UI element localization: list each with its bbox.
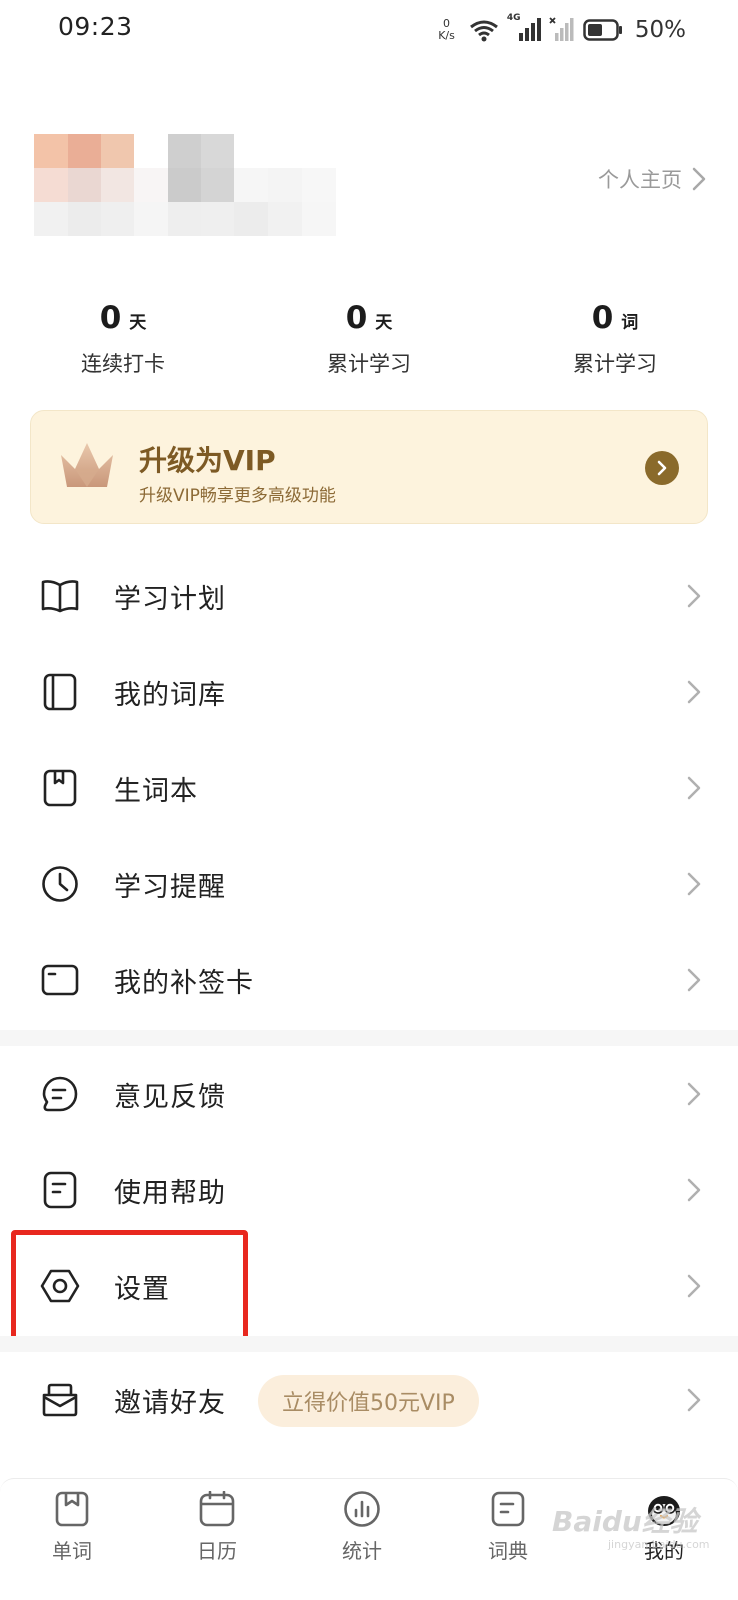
stat-label: 连续打卡 <box>81 352 165 376</box>
menu-label: 生词本 <box>114 775 198 807</box>
stat-value: 0 <box>591 300 614 336</box>
net-speed: 0 K/s <box>438 18 455 42</box>
menu-item-makeup-card[interactable]: 我的补签卡 <box>0 932 738 1028</box>
chevron-right-icon <box>684 869 704 899</box>
bookmark-notebook-icon <box>40 768 80 808</box>
clock-icon <box>40 864 80 904</box>
stat-total-words: 0 词 累计学习 <box>492 300 738 378</box>
chat-bubble-icon <box>40 1074 80 1114</box>
vip-subtitle: 升级VIP畅享更多高级功能 <box>139 486 336 506</box>
signal-4g-icon: 4G <box>507 13 541 43</box>
chevron-right-icon <box>684 1385 704 1415</box>
tab-label: 单词 <box>52 1539 92 1563</box>
stat-unit: 词 <box>621 313 639 333</box>
chevron-right-icon <box>684 1175 704 1205</box>
stat-total-days: 0 天 累计学习 <box>246 300 492 378</box>
menu-label: 我的补签卡 <box>114 967 254 999</box>
tab-label: 词典 <box>488 1539 528 1563</box>
status-time: 09:23 <box>58 12 133 41</box>
word-icon <box>52 1489 92 1529</box>
profile-screen: 09:23 0 K/s 4G 50% 个人主页 0 天 连续打卡 0 天 累计学… <box>0 0 738 1600</box>
menu-item-study-reminder[interactable]: 学习提醒 <box>0 836 738 932</box>
crown-icon <box>61 443 113 487</box>
chevron-right-icon <box>684 773 704 803</box>
tab-calendar[interactable]: 日历 <box>167 1489 267 1564</box>
invite-reward-badge[interactable]: 立得价值50元VIP <box>258 1375 479 1427</box>
card-icon <box>40 960 80 1000</box>
signal-no-sim-icon <box>549 17 574 41</box>
baidu-watermark-url: jingyan.baidu.com <box>608 1538 710 1551</box>
menu-label: 使用帮助 <box>114 1177 226 1209</box>
settings-highlight-annotation <box>11 1230 248 1342</box>
section-divider <box>0 1336 738 1352</box>
chevron-right-icon <box>657 460 667 476</box>
envelope-icon <box>40 1380 80 1420</box>
vip-title: 升级为VIP <box>139 444 276 477</box>
wordbook-icon <box>40 672 80 712</box>
menu-label: 意见反馈 <box>114 1081 226 1113</box>
battery-icon <box>583 19 622 41</box>
stat-unit: 天 <box>375 313 393 333</box>
chevron-right-icon <box>684 677 704 707</box>
chart-icon <box>342 1489 382 1529</box>
net-speed-unit: K/s <box>438 29 455 42</box>
chevron-right-icon <box>684 1079 704 1109</box>
menu-label: 学习提醒 <box>114 871 226 903</box>
tab-statistics[interactable]: 统计 <box>312 1489 412 1564</box>
wifi-icon <box>469 20 498 42</box>
baidu-watermark: Baidu经验 <box>552 1505 698 1538</box>
tab-label: 统计 <box>342 1539 382 1563</box>
stat-value: 0 <box>345 300 368 336</box>
personal-homepage-label: 个人主页 <box>598 168 682 192</box>
menu-item-my-wordbank[interactable]: 我的词库 <box>0 644 738 740</box>
menu-label: 学习计划 <box>114 583 226 615</box>
chevron-right-icon <box>684 965 704 995</box>
status-icons: 0 K/s 4G 50% <box>438 12 686 48</box>
stats-row: 0 天 连续打卡 0 天 累计学习 0 词 累计学习 <box>0 300 738 378</box>
stat-value: 0 <box>99 300 122 336</box>
tab-label: 日历 <box>197 1539 237 1563</box>
chevron-right-icon <box>684 581 704 611</box>
chevron-right-icon <box>692 167 706 191</box>
stat-label: 累计学习 <box>327 352 411 376</box>
document-icon <box>40 1170 80 1210</box>
vip-arrow-button[interactable] <box>645 451 679 485</box>
tab-words[interactable]: 单词 <box>22 1489 122 1564</box>
calendar-icon <box>197 1489 237 1529</box>
section-divider <box>0 1030 738 1046</box>
menu-label: 我的词库 <box>114 679 226 711</box>
avatar-pixelated[interactable] <box>34 134 336 236</box>
stat-streak-days: 0 天 连续打卡 <box>0 300 246 378</box>
tab-dictionary[interactable]: 词典 <box>458 1489 558 1564</box>
personal-homepage-link[interactable]: 个人主页 <box>598 164 706 194</box>
open-book-icon <box>40 576 80 616</box>
vip-upgrade-card[interactable]: 升级为VIP 升级VIP畅享更多高级功能 <box>30 410 708 524</box>
menu-item-vocabulary-notebook[interactable]: 生词本 <box>0 740 738 836</box>
menu-item-help[interactable]: 使用帮助 <box>0 1142 738 1238</box>
menu-label: 邀请好友 <box>114 1387 226 1419</box>
menu-item-feedback[interactable]: 意见反馈 <box>0 1046 738 1142</box>
chevron-right-icon <box>684 1271 704 1301</box>
dictionary-icon <box>488 1489 528 1529</box>
stat-unit: 天 <box>129 313 147 333</box>
stat-label: 累计学习 <box>573 352 657 376</box>
status-bar: 09:23 0 K/s 4G 50% <box>0 0 738 60</box>
menu-item-study-plan[interactable]: 学习计划 <box>0 548 738 644</box>
battery-percent: 50% <box>634 17 686 43</box>
